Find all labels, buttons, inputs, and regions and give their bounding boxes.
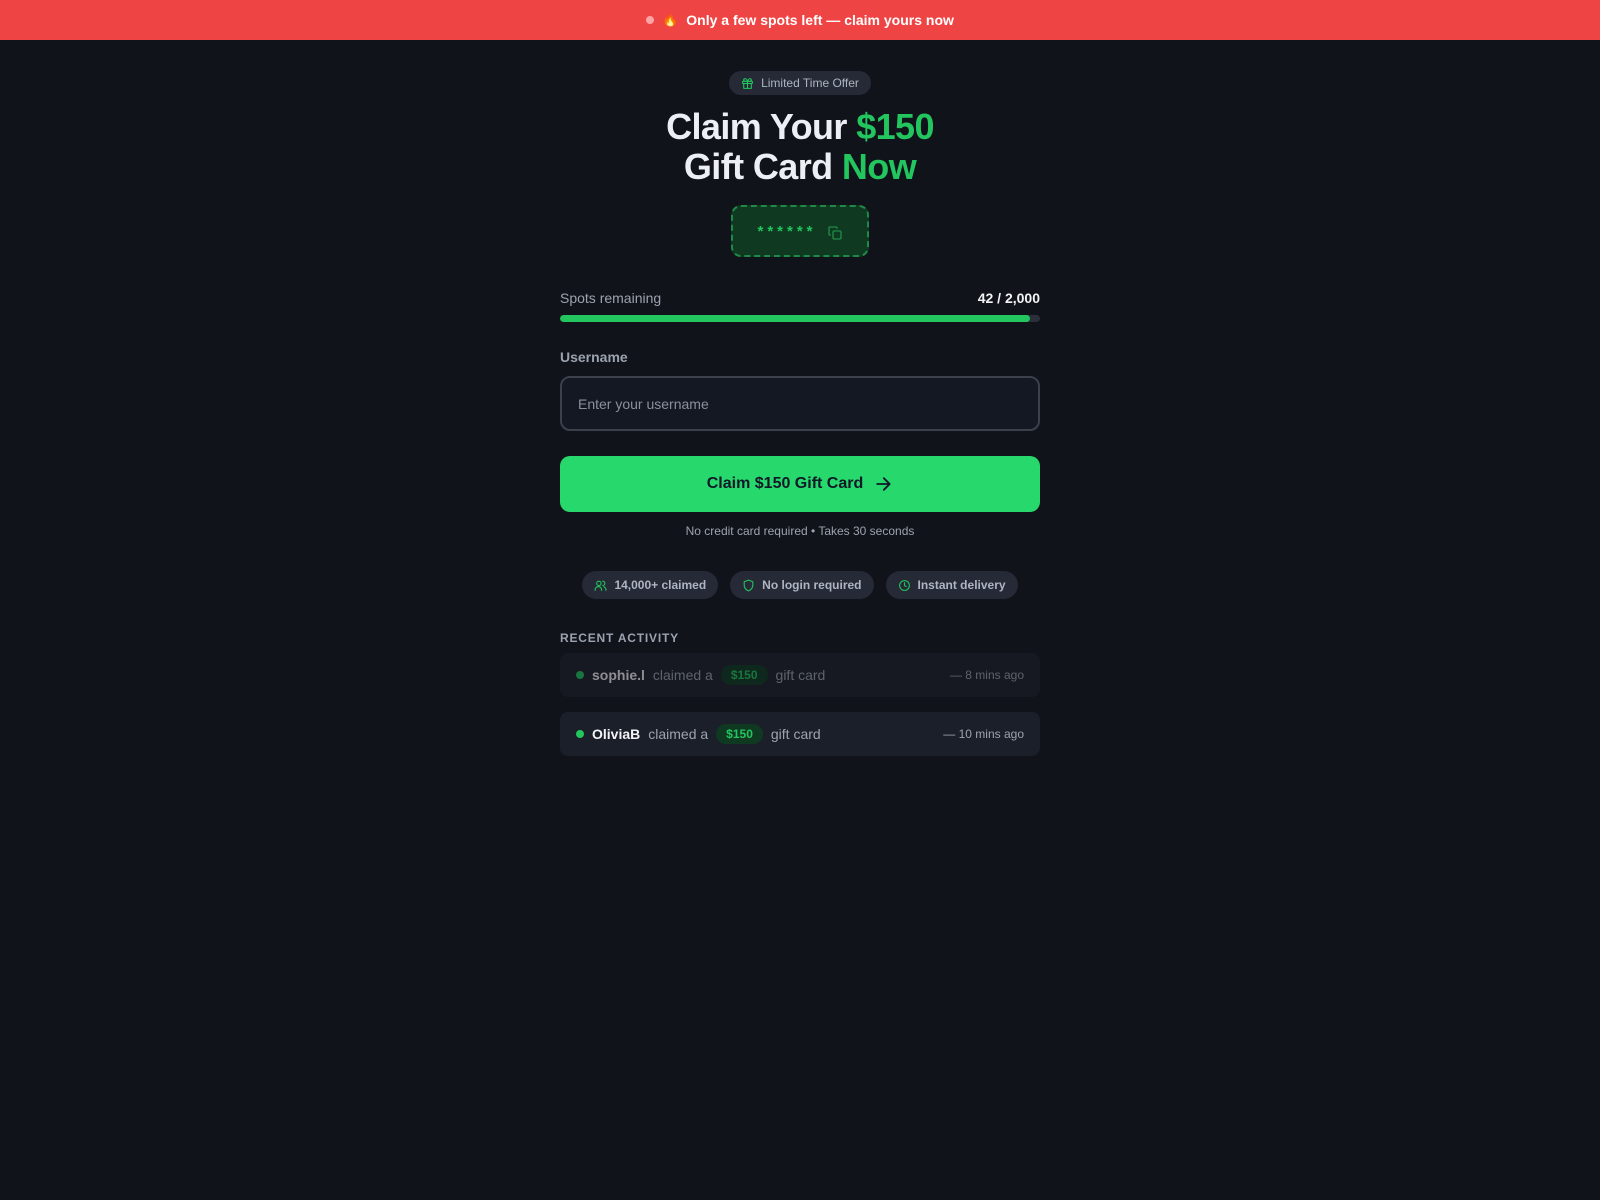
claim-panel: Limited Time Offer Claim Your $150 Gift … [560,40,1040,756]
username-label: Username [560,349,628,365]
spots-progress-bar [560,315,1040,322]
users-icon [594,580,607,591]
copy-icon[interactable] [827,225,843,241]
activity-user: OliviaB [592,726,641,742]
spots-count: 42 / 2,000 [977,290,1040,306]
arrow-right-icon [876,477,891,491]
activity-suffix: gift card [770,726,821,742]
subnote: No credit card required • Takes 30 secon… [685,524,915,538]
username-input[interactable] [560,376,1040,431]
fire-icon: 🔥 [662,12,679,27]
activity-action: claimed a [648,726,709,742]
trust-chip-claimed: 14,000+ claimed [582,571,719,599]
activity-suffix: gift card [775,667,826,683]
trust-chip-instant: Instant delivery [885,571,1018,599]
recent-activity-title: RECENT ACTIVITY [560,631,679,645]
gift-code-box[interactable]: ****** [731,205,869,257]
urgency-banner: 🔥 Only a few spots left — claim yours no… [0,0,1600,40]
claim-button-label: Claim $150 Gift Card [706,475,864,492]
activity-time: — 8 mins ago [949,668,1024,682]
live-dot [576,671,584,679]
gift-icon [742,77,754,89]
trust-chip-label: Instant delivery [917,578,1006,592]
badge-label: Limited Time Offer [761,76,859,90]
pulse-dot [646,16,655,24]
page-title: Claim Your $150 Gift Card Now [666,106,934,187]
clock-icon [898,579,910,591]
activity-item: OliviaB claimed a $150 gift card — 10 mi… [560,712,1040,756]
claim-button[interactable]: Claim $150 Gift Card [560,456,1040,512]
spots-label: Spots remaining [560,290,662,306]
limited-offer-badge: Limited Time Offer [729,71,871,95]
trust-badges: 14,000+ claimed No login required Instan… [560,571,1040,599]
activity-action: claimed a [652,667,713,683]
activity-item: sophie.l claimed a $150 gift card — 8 mi… [560,653,1040,697]
activity-time: — 10 mins ago [943,727,1024,741]
spots-progress-fill [560,315,1030,322]
trust-chip-no-login: No login required [730,571,874,599]
shield-icon [743,579,754,591]
banner-text: Only a few spots left — claim yours now [686,12,954,28]
masked-code: ****** [757,222,817,240]
activity-user: sophie.l [592,667,645,683]
live-dot [576,730,584,738]
activity-amount-badge: $150 [720,665,768,685]
trust-chip-label: No login required [762,578,862,592]
trust-chip-label: 14,000+ claimed [614,578,707,592]
activity-amount-badge: $150 [716,724,763,744]
spots-row: Spots remaining 42 / 2,000 [560,290,1040,306]
